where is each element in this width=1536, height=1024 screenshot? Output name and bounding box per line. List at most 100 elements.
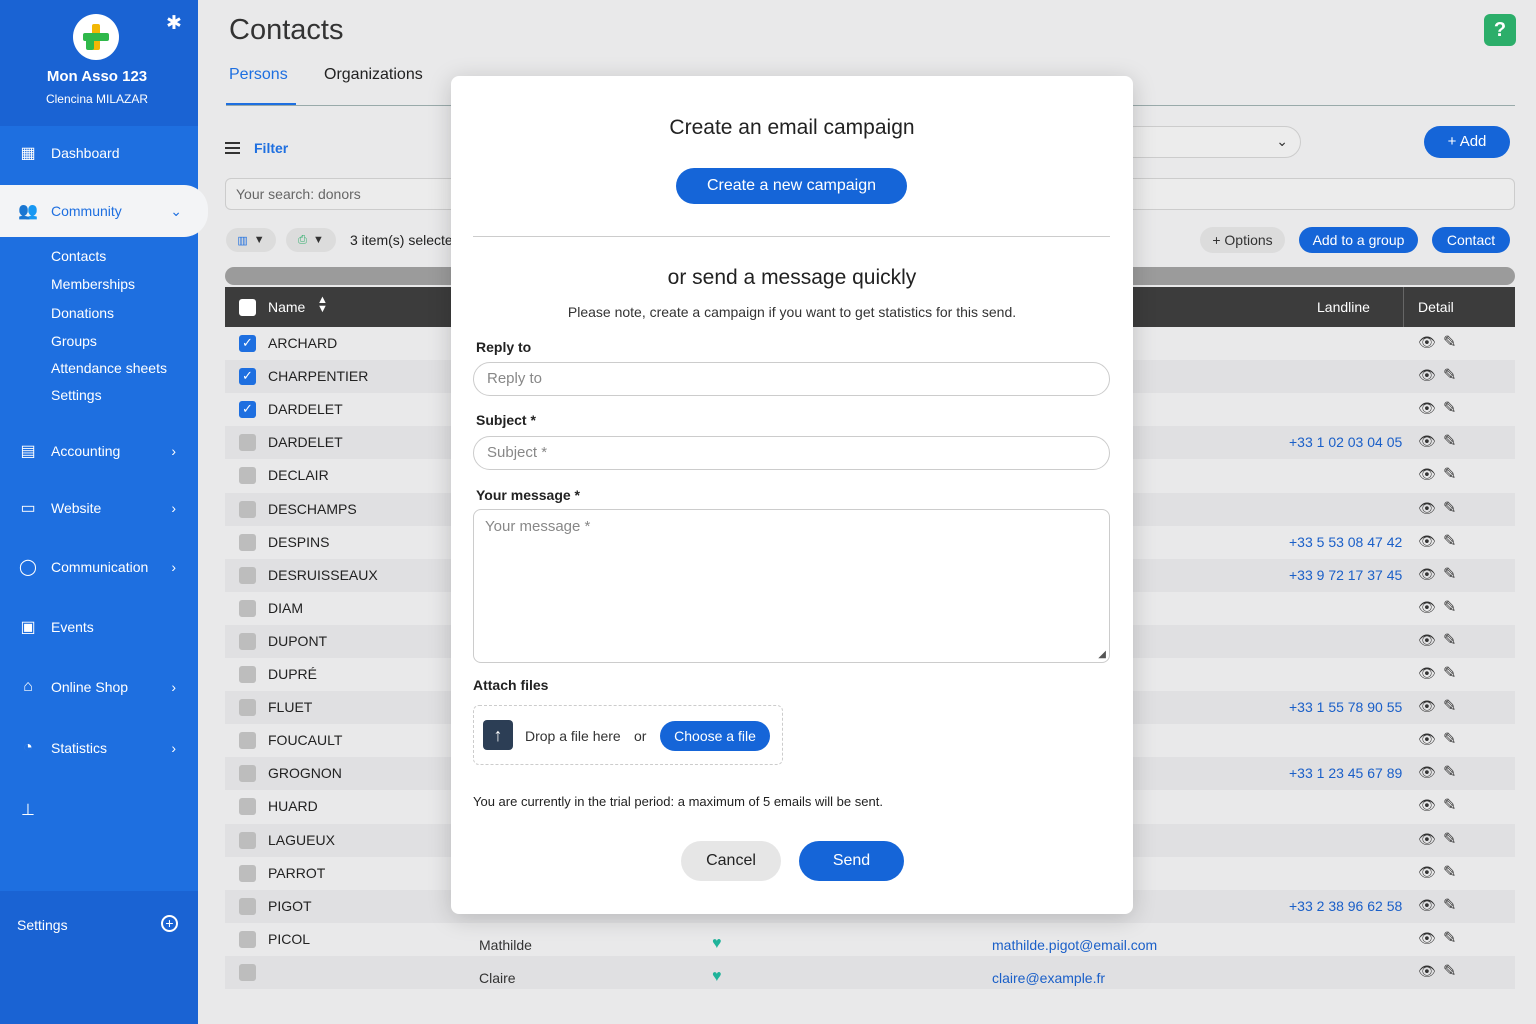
- subject-input[interactable]: Subject *: [473, 436, 1110, 470]
- sidebar-item-statistics[interactable]: ◔ Statistics ›: [0, 728, 198, 768]
- sidebar-item-events[interactable]: ▣ Events: [0, 607, 198, 647]
- help-button[interactable]: ?: [1484, 14, 1516, 46]
- sidebar-subitem-groups[interactable]: Groups: [51, 333, 97, 349]
- sidebar-item-dashboard[interactable]: ▦ Dashboard: [0, 133, 198, 173]
- eye-icon[interactable]: 👁: [1418, 731, 1436, 748]
- row-checkbox[interactable]: [239, 335, 256, 352]
- gear-icon[interactable]: ✱: [166, 12, 182, 35]
- edit-icon[interactable]: ✎: [1443, 332, 1456, 352]
- edit-icon[interactable]: ✎: [1443, 762, 1456, 782]
- row-checkbox[interactable]: [239, 864, 256, 882]
- sidebar-item-online-shop[interactable]: ⌂ Online Shop ›: [0, 667, 198, 707]
- eye-icon[interactable]: 👁: [1418, 864, 1436, 881]
- contact-landline[interactable]: +33 9 72 17 37 45: [1289, 567, 1402, 583]
- eye-icon[interactable]: 👁: [1418, 466, 1436, 483]
- edit-icon[interactable]: ✎: [1443, 862, 1456, 882]
- row-checkbox[interactable]: [239, 632, 256, 650]
- file-dropzone[interactable]: ↑ Drop a file here or Choose a file: [473, 705, 783, 765]
- edit-icon[interactable]: ✎: [1443, 795, 1456, 815]
- edit-icon[interactable]: ✎: [1443, 895, 1456, 915]
- org-logo[interactable]: [73, 14, 119, 60]
- edit-icon[interactable]: ✎: [1443, 464, 1456, 484]
- row-checkbox[interactable]: [239, 434, 256, 452]
- eye-icon[interactable]: 👁: [1418, 566, 1436, 583]
- filter-toggle[interactable]: Filter: [225, 139, 288, 157]
- edit-icon[interactable]: ✎: [1443, 696, 1456, 716]
- edit-icon[interactable]: ✎: [1443, 829, 1456, 849]
- row-checkbox[interactable]: [239, 732, 256, 750]
- print-button[interactable]: ⎙ ▼: [286, 228, 336, 252]
- add-to-group-button[interactable]: Add to a group: [1299, 227, 1418, 253]
- table-row[interactable]: Claire ♥ claire@example.fr 👁 ✎: [225, 955, 1515, 989]
- row-checkbox[interactable]: [239, 599, 256, 617]
- add-button[interactable]: + Add: [1424, 126, 1510, 158]
- select-all-checkbox[interactable]: [239, 299, 256, 316]
- contact-landline[interactable]: +33 5 53 08 47 42: [1289, 534, 1402, 550]
- sidebar-item-accounting[interactable]: ▤ Accounting ›: [0, 431, 198, 471]
- row-checkbox[interactable]: [239, 798, 256, 816]
- contact-button[interactable]: Contact: [1432, 227, 1510, 253]
- row-checkbox[interactable]: [239, 666, 256, 683]
- edit-icon[interactable]: ✎: [1443, 597, 1456, 617]
- eye-icon[interactable]: 👁: [1418, 433, 1436, 450]
- sidebar-subitem-settings[interactable]: Settings: [51, 387, 102, 403]
- eye-icon[interactable]: 👁: [1418, 533, 1436, 550]
- row-checkbox[interactable]: [239, 930, 256, 948]
- row-checkbox[interactable]: [239, 699, 256, 717]
- sidebar-subitem-attendance-sheets[interactable]: Attendance sheets: [51, 360, 167, 376]
- tab-persons[interactable]: Persons: [229, 66, 288, 84]
- eye-icon[interactable]: 👁: [1418, 797, 1436, 814]
- edit-icon[interactable]: ✎: [1443, 630, 1456, 650]
- row-checkbox[interactable]: [239, 765, 256, 783]
- sort-icon[interactable]: ▲ ▼: [317, 295, 328, 315]
- eye-icon[interactable]: 👁: [1418, 599, 1436, 616]
- sidebar-item-communication[interactable]: ◯ Communication ›: [0, 547, 198, 587]
- sidebar-item-website[interactable]: ▭ Website ›: [0, 488, 198, 528]
- contact-landline[interactable]: +33 1 55 78 90 55: [1289, 699, 1402, 715]
- row-checkbox[interactable]: [239, 500, 256, 518]
- eye-icon[interactable]: 👁: [1418, 400, 1436, 417]
- eye-icon[interactable]: 👁: [1418, 764, 1436, 781]
- column-header-name[interactable]: Name: [268, 299, 305, 315]
- edit-icon[interactable]: ✎: [1443, 663, 1456, 683]
- eye-icon[interactable]: 👁: [1418, 665, 1436, 682]
- row-checkbox[interactable]: [239, 897, 256, 915]
- row-checkbox[interactable]: [239, 467, 256, 485]
- choose-file-button[interactable]: Choose a file: [660, 721, 770, 751]
- sidebar-item-community[interactable]: 👥 Community ⌄: [0, 185, 208, 237]
- edit-icon[interactable]: ✎: [1443, 961, 1456, 981]
- edit-icon[interactable]: ✎: [1443, 531, 1456, 551]
- edit-icon[interactable]: ✎: [1443, 365, 1456, 385]
- eye-icon[interactable]: 👁: [1418, 500, 1436, 517]
- sidebar-subitem-donations[interactable]: Donations: [51, 305, 114, 321]
- sidebar-item-extra[interactable]: ⊥: [0, 790, 198, 830]
- sidebar-subitem-memberships[interactable]: Memberships: [51, 276, 135, 292]
- tab-organizations[interactable]: Organizations: [324, 66, 423, 84]
- eye-icon[interactable]: 👁: [1418, 930, 1436, 947]
- row-checkbox[interactable]: [239, 963, 256, 981]
- edit-icon[interactable]: ✎: [1443, 564, 1456, 584]
- contact-email[interactable]: mathilde.pigot@email.com: [992, 937, 1157, 953]
- eye-icon[interactable]: 👁: [1418, 698, 1436, 715]
- send-button[interactable]: Send: [799, 841, 904, 881]
- eye-icon[interactable]: 👁: [1418, 367, 1436, 384]
- table-row[interactable]: PICOL Mathilde ♥ mathilde.pigot@email.com 👁 ✎: [225, 923, 1515, 956]
- row-checkbox[interactable]: [239, 831, 256, 849]
- contact-landline[interactable]: +33 1 23 45 67 89: [1289, 765, 1402, 781]
- row-checkbox[interactable]: [239, 566, 256, 584]
- reply-to-input[interactable]: Reply to: [473, 362, 1110, 396]
- create-campaign-button[interactable]: Create a new campaign: [676, 168, 907, 204]
- message-textarea[interactable]: Your message * ◢: [473, 509, 1110, 663]
- options-button[interactable]: + Options: [1200, 227, 1285, 253]
- edit-icon[interactable]: ✎: [1443, 398, 1456, 418]
- contact-email[interactable]: claire@example.fr: [992, 970, 1105, 986]
- edit-icon[interactable]: ✎: [1443, 498, 1456, 518]
- column-header-landline[interactable]: Landline: [1317, 299, 1370, 315]
- edit-icon[interactable]: ✎: [1443, 928, 1456, 948]
- sidebar-settings-label[interactable]: Settings: [17, 917, 68, 933]
- plus-circle-icon[interactable]: +: [161, 915, 178, 932]
- eye-icon[interactable]: 👁: [1418, 632, 1436, 649]
- eye-icon[interactable]: 👁: [1418, 897, 1436, 914]
- edit-icon[interactable]: ✎: [1443, 729, 1456, 749]
- eye-icon[interactable]: 👁: [1418, 963, 1436, 980]
